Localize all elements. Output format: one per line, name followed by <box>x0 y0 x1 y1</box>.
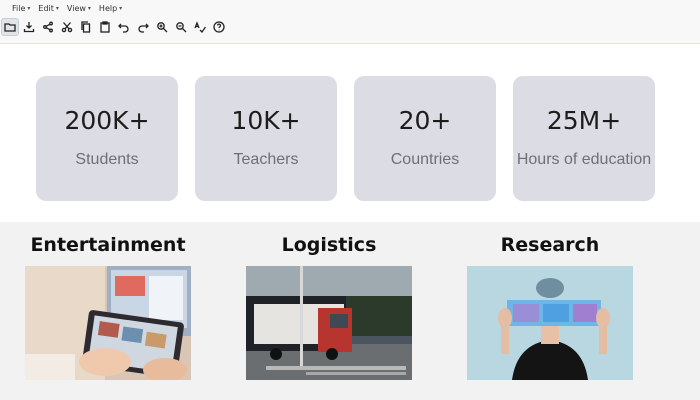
chevron-down-icon: ▾ <box>55 4 59 12</box>
menu-view-label: View <box>66 3 86 13</box>
logistics-image[interactable] <box>246 266 412 380</box>
zoom-in-button[interactable] <box>154 19 170 35</box>
menu-file-label: File <box>12 3 26 13</box>
research-image[interactable] <box>467 266 633 380</box>
copy-icon <box>81 21 91 33</box>
stat-card-hours: 25M+ Hours of education <box>513 76 655 201</box>
research-photo-image <box>467 266 633 380</box>
category-logistics[interactable]: Logistics <box>246 234 412 380</box>
app-toolbar-area: File ▾ Edit ▾ View ▾ Help ▾ <box>0 0 700 44</box>
tablet-photo-image <box>25 266 191 380</box>
open-folder-icon <box>4 23 16 32</box>
truck-photo-image <box>246 266 412 380</box>
stat-value: 10K+ <box>231 106 301 135</box>
category-entertainment[interactable]: Entertainment <box>25 234 191 380</box>
stat-label: Students <box>75 151 139 168</box>
menu-view[interactable]: View ▾ <box>67 2 91 14</box>
download-icon <box>23 22 35 33</box>
category-title: Entertainment <box>30 234 186 256</box>
stat-card-students: 200K+ Students <box>36 76 178 201</box>
chevron-down-icon: ▾ <box>27 4 31 12</box>
stat-label: Teachers <box>233 151 299 168</box>
stat-card-teachers: 10K+ Teachers <box>195 76 337 201</box>
share-icon <box>43 21 53 33</box>
category-title: Research <box>500 234 600 256</box>
help-icon <box>213 21 225 33</box>
copy-button[interactable] <box>78 19 94 35</box>
zoom-in-icon <box>157 22 168 33</box>
menu-help[interactable]: Help ▾ <box>99 2 122 14</box>
stat-value: 25M+ <box>546 106 622 135</box>
categories-section: Entertainment Logistics Research <box>0 222 700 400</box>
stat-card-countries: 20+ Countries <box>354 76 496 201</box>
toolbar <box>1 18 227 36</box>
category-research[interactable]: Research <box>467 234 633 380</box>
zoom-out-button[interactable] <box>173 19 189 35</box>
chevron-down-icon: ▾ <box>87 4 91 12</box>
cut-icon <box>61 22 73 33</box>
stat-label: Countries <box>390 151 460 168</box>
menu-edit-label: Edit <box>38 3 54 13</box>
entertainment-image[interactable] <box>25 266 191 380</box>
menu-bar: File ▾ Edit ▾ View ▾ Help ▾ <box>12 2 122 14</box>
paste-button[interactable] <box>97 19 113 35</box>
menu-edit[interactable]: Edit ▾ <box>38 2 59 14</box>
zoom-out-icon <box>176 22 187 33</box>
stat-label: Hours of education <box>516 151 652 168</box>
chevron-down-icon: ▾ <box>119 4 123 12</box>
spellcheck-icon <box>194 21 206 33</box>
paste-icon <box>100 21 110 33</box>
open-folder-button[interactable] <box>1 18 19 36</box>
spellcheck-button[interactable] <box>192 19 208 35</box>
redo-icon <box>138 23 149 33</box>
share-button[interactable] <box>40 19 56 35</box>
menu-help-label: Help <box>98 3 118 13</box>
redo-button[interactable] <box>135 19 151 35</box>
stats-section: 200K+ Students 10K+ Teachers 20+ Countri… <box>0 44 700 222</box>
download-button[interactable] <box>21 19 37 35</box>
category-title: Logistics <box>281 234 377 256</box>
cut-button[interactable] <box>59 19 75 35</box>
undo-icon <box>118 23 129 33</box>
help-button[interactable] <box>211 19 227 35</box>
menu-file[interactable]: File ▾ <box>12 2 30 14</box>
stat-value: 200K+ <box>64 106 150 135</box>
stat-value: 20+ <box>398 106 452 135</box>
undo-button[interactable] <box>116 19 132 35</box>
